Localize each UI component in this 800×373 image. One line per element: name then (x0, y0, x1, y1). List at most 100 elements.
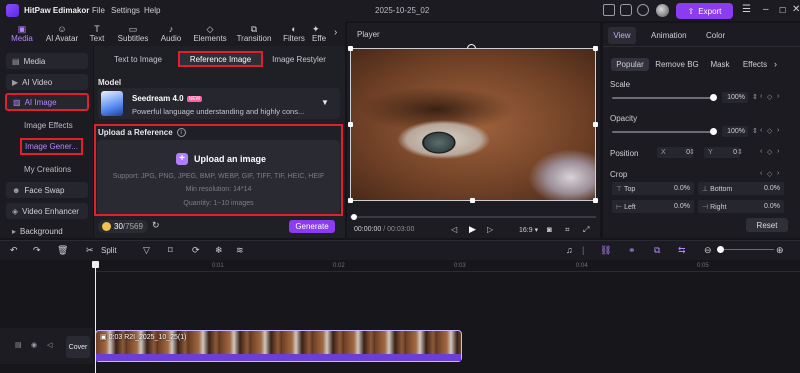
stepper-icon[interactable]: ⇕ (737, 148, 743, 156)
resize-handle[interactable] (593, 46, 598, 51)
opacity-value[interactable]: 100% (722, 126, 748, 137)
sidebar-item-ai-image[interactable]: ▨ AI Image (5, 93, 89, 111)
sidebar-item-my-creations[interactable]: My Creations (24, 165, 71, 174)
chevron-down-icon[interactable]: ▼ (321, 98, 329, 107)
tab-color[interactable]: Color (706, 31, 725, 40)
menu-file[interactable]: File (92, 6, 105, 15)
avatar[interactable] (656, 4, 669, 17)
keyframe-prev-icon[interactable]: ‹ (760, 170, 762, 177)
stepper-icon[interactable]: ⇕ (689, 148, 695, 156)
export-button[interactable]: ⇧ Export (676, 3, 733, 19)
tool-audio[interactable]: ♪ Audio (155, 21, 187, 46)
tool-media[interactable]: ▣ Media (4, 21, 40, 46)
opacity-slider-knob[interactable] (710, 128, 717, 135)
track-visibility-icon[interactable]: ◉ (31, 341, 37, 349)
zoom-in-icon[interactable]: ⊕ (776, 245, 784, 256)
tool-transition[interactable]: ⧉ Transition (234, 21, 274, 46)
magnet-icon[interactable]: ⚭ (628, 245, 636, 256)
generate-button[interactable]: Generate (289, 220, 335, 233)
video-preview[interactable] (350, 48, 596, 201)
stepper-icon[interactable]: ⇕ (752, 93, 758, 101)
resize-handle[interactable] (348, 46, 353, 51)
progress-knob[interactable] (351, 214, 357, 220)
keyframe-add-icon[interactable]: ◇ (767, 127, 772, 135)
maximize-icon[interactable]: ☐ (779, 6, 786, 15)
tab-view[interactable]: View (608, 27, 636, 44)
tool-subtitles[interactable]: ▭ Subtitles (114, 21, 152, 46)
redo-icon[interactable]: ↷ (33, 245, 41, 256)
track-lock-icon[interactable]: ▤ (15, 341, 22, 349)
delete-icon[interactable]: 🗑 (57, 245, 68, 256)
scale-slider[interactable] (612, 97, 714, 99)
tool-effects[interactable]: ✦ Effe (312, 21, 336, 46)
snap-icon[interactable]: ⧉ (654, 245, 660, 256)
menu-help[interactable]: Help (144, 6, 160, 15)
cover-button[interactable]: Cover (66, 336, 90, 358)
position-x-field[interactable]: X0 (657, 147, 693, 158)
resize-handle[interactable] (470, 198, 475, 203)
subtab-mask[interactable]: Mask (706, 58, 734, 71)
keyframe-add-icon[interactable]: ◇ (767, 148, 772, 156)
fullscreen-icon[interactable]: ⤢ (583, 225, 589, 235)
crop-tool-icon[interactable]: ⌑ (168, 245, 173, 256)
sidebar-item-media[interactable]: ▤ Media (6, 53, 88, 69)
mask-icon[interactable]: ▽ (143, 245, 150, 256)
snapshot-icon[interactable]: ◙ (547, 225, 552, 234)
ripple-icon[interactable]: ⇆ (678, 245, 686, 256)
keyframe-next-icon[interactable]: › (777, 93, 779, 100)
zoom-slider-knob[interactable] (717, 246, 724, 253)
toolbar-scroll-right-icon[interactable]: › (334, 27, 337, 38)
reset-button[interactable]: Reset (746, 218, 788, 232)
freeze-icon[interactable]: ❄ (215, 245, 223, 256)
tab-animation[interactable]: Animation (651, 31, 687, 40)
sidebar-item-image-effects[interactable]: Image Effects (24, 121, 73, 130)
sidebar-item-video-enhancer[interactable]: ◈ Video Enhancer (6, 203, 88, 219)
stepper-icon[interactable]: ⇕ (752, 127, 758, 135)
sidebar-item-face-swap[interactable]: ☻ Face Swap (6, 182, 88, 198)
playhead-handle[interactable] (92, 261, 99, 268)
link-icon[interactable]: ⛓ (600, 245, 611, 256)
keyframe-add-icon[interactable]: ◇ (767, 170, 772, 178)
previous-frame-icon[interactable]: ◁ (451, 225, 457, 234)
tool-filters[interactable]: ◐ Filters (278, 21, 310, 46)
keyframe-add-icon[interactable]: ◇ (767, 93, 772, 101)
tab-text-to-image[interactable]: Text to Image (104, 52, 172, 66)
zoom-out-icon[interactable]: ⊖ (704, 245, 712, 256)
close-icon[interactable]: ✕ (792, 4, 800, 15)
refresh-icon[interactable]: ↻ (152, 220, 160, 231)
tool-elements[interactable]: ◇ Elements (190, 21, 230, 46)
keyframe-prev-icon[interactable]: ‹ (760, 127, 762, 134)
zoom-slider[interactable] (717, 249, 774, 250)
upload-label[interactable]: Upload an image (194, 154, 266, 164)
history-icon[interactable] (637, 4, 649, 16)
resize-handle[interactable] (593, 198, 598, 203)
tab-image-restyler[interactable]: Image Restyler (266, 52, 332, 66)
resize-handle[interactable] (593, 122, 598, 127)
sidebar-item-background[interactable]: ▸ Background (6, 224, 88, 238)
tab-reference-image[interactable]: Reference Image (178, 51, 263, 67)
microphone-icon[interactable]: ♫ (566, 245, 573, 255)
split-icon[interactable]: ✂ (86, 245, 94, 256)
keyframe-prev-icon[interactable]: ‹ (760, 148, 762, 155)
split-label[interactable]: Split (101, 246, 117, 255)
resize-handle[interactable] (348, 122, 353, 127)
hamburger-menu-icon[interactable]: ☰ (742, 4, 751, 15)
audio-wave-icon[interactable]: ≋ (236, 245, 244, 256)
crop-icon[interactable]: ⌗ (565, 225, 570, 235)
undo-icon[interactable]: ↶ (10, 245, 18, 256)
keyframe-prev-icon[interactable]: ‹ (760, 93, 762, 100)
rotate-icon[interactable]: ⟳ (192, 245, 200, 256)
playhead[interactable] (95, 262, 96, 373)
next-frame-icon[interactable]: ▷ (487, 225, 493, 234)
subtab-scroll-right-icon[interactable]: › (774, 59, 777, 69)
opacity-slider[interactable] (612, 131, 714, 133)
scale-slider-knob[interactable] (710, 94, 717, 101)
keyframe-next-icon[interactable]: › (777, 148, 779, 155)
tool-text[interactable]: T Text (83, 21, 111, 46)
track-mute-icon[interactable]: ◁ (47, 341, 52, 349)
subtab-popular[interactable]: Popular (611, 58, 649, 71)
plus-icon[interactable]: + (176, 153, 188, 165)
crop-bottom-field[interactable]: ⊥ Bottom 0.0% (698, 182, 784, 195)
minimize-icon[interactable]: – (763, 4, 769, 15)
position-y-field[interactable]: Y0 (704, 147, 740, 158)
